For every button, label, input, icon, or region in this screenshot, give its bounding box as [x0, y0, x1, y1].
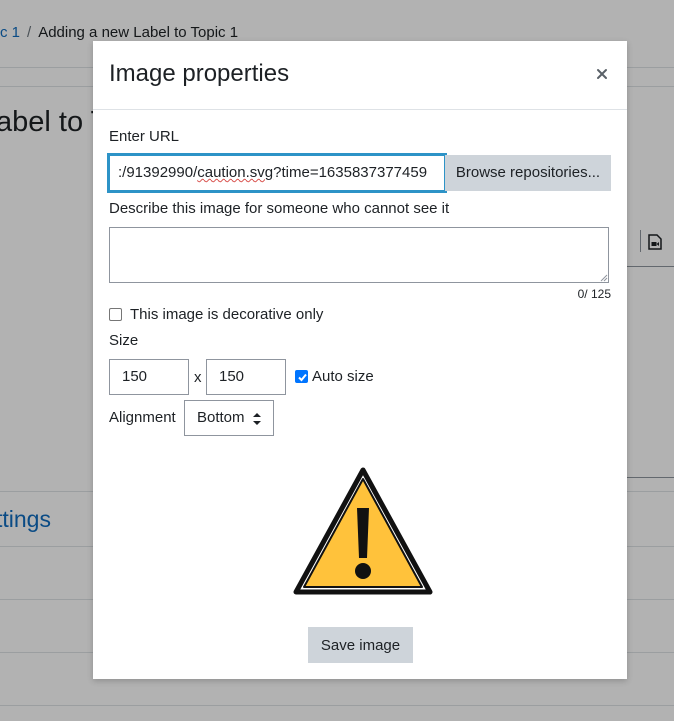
- decorative-row[interactable]: This image is decorative only: [109, 305, 323, 323]
- resize-grip-icon[interactable]: [600, 274, 608, 282]
- modal-header: Image properties: [93, 41, 627, 110]
- character-counter: 0/ 125: [577, 287, 611, 301]
- height-input[interactable]: 150: [206, 359, 286, 395]
- alignment-select[interactable]: Bottom: [184, 400, 274, 436]
- size-separator: x: [194, 369, 202, 386]
- close-icon: [597, 69, 607, 79]
- url-label: Enter URL: [109, 128, 180, 145]
- width-input[interactable]: 150: [109, 359, 189, 395]
- browse-repositories-button[interactable]: Browse repositories...: [445, 155, 611, 191]
- size-label: Size: [109, 332, 139, 349]
- image-properties-dialog: Image properties Enter URL :/91392990/ca…: [93, 41, 627, 679]
- save-image-button[interactable]: Save image: [308, 627, 413, 663]
- url-input[interactable]: :/91392990/caution.svg?time=163583737745…: [107, 153, 447, 193]
- url-value-prefix: :/91392990/: [118, 164, 198, 181]
- alignment-label: Alignment: [109, 409, 176, 426]
- auto-size-checkbox[interactable]: [295, 370, 308, 383]
- close-button[interactable]: [591, 63, 613, 85]
- alt-text-label: Describe this image for someone who cann…: [109, 200, 450, 217]
- decorative-label[interactable]: This image is decorative only: [130, 306, 323, 323]
- decorative-checkbox[interactable]: [109, 307, 122, 321]
- url-input-group: :/91392990/caution.svg?time=163583737745…: [107, 153, 611, 193]
- image-preview: [292, 466, 434, 603]
- auto-size-label[interactable]: Auto size: [312, 368, 374, 385]
- alignment-selected: Bottom: [197, 409, 245, 426]
- checkmark-icon: [298, 373, 307, 382]
- auto-size-row[interactable]: Auto size: [295, 368, 374, 385]
- alt-text-textarea[interactable]: [109, 227, 609, 283]
- select-arrows-icon: [253, 413, 261, 425]
- url-value-suffix: ?time=1635837377459: [273, 164, 428, 181]
- warning-triangle-icon: [293, 467, 433, 595]
- modal-title: Image properties: [109, 60, 290, 87]
- url-value-filename: caution.svg: [197, 164, 274, 181]
